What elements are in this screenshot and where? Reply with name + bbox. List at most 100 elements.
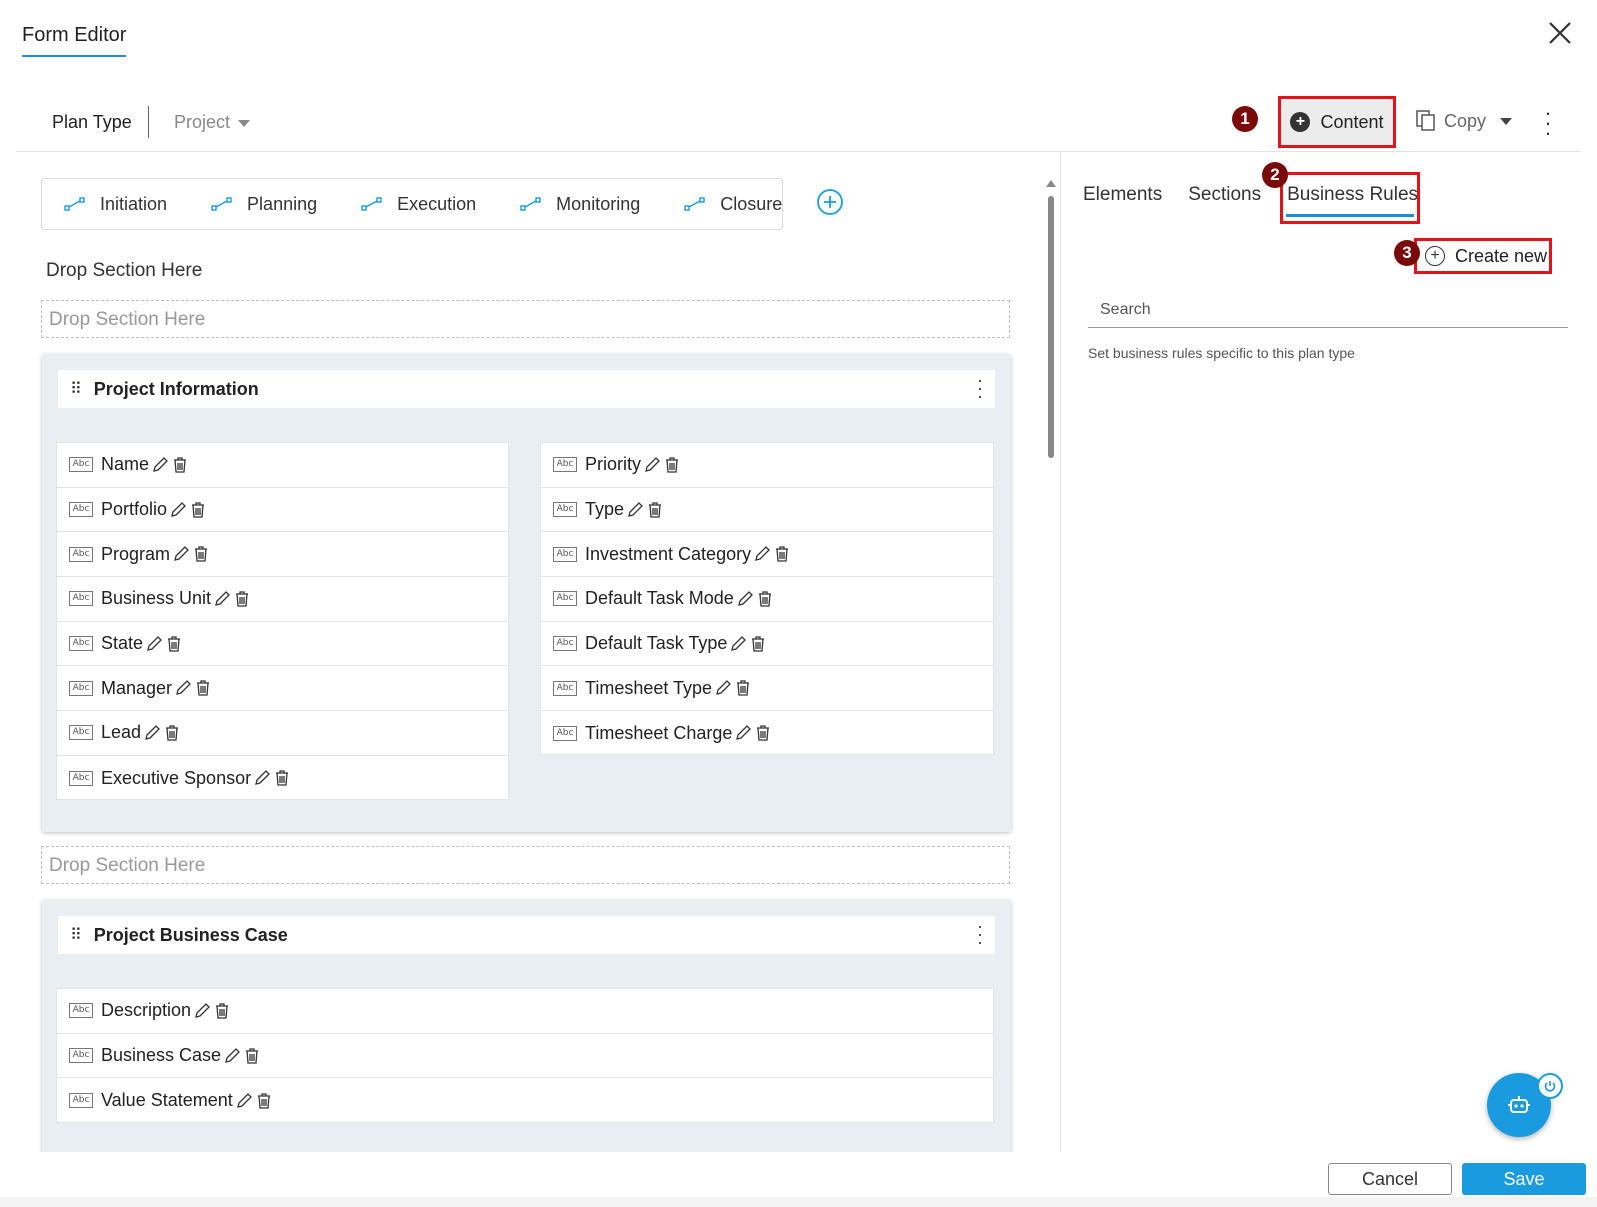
pencil-icon[interactable] xyxy=(734,724,752,742)
close-button[interactable] xyxy=(1545,18,1575,48)
save-button[interactable]: Save xyxy=(1462,1163,1586,1195)
copy-button[interactable]: Copy xyxy=(1416,110,1513,132)
more-options-icon[interactable]: · · · xyxy=(1542,102,1554,144)
field-row[interactable]: Abc Business Case xyxy=(57,1034,993,1079)
trash-icon[interactable] xyxy=(163,724,181,742)
field-row[interactable]: Abc Timesheet Type xyxy=(541,666,993,712)
field-row[interactable]: Abc Type xyxy=(541,488,993,533)
stage-path-icon xyxy=(361,197,382,211)
trash-icon[interactable] xyxy=(192,545,210,563)
stage-initiation[interactable]: Initiation xyxy=(64,194,167,215)
trash-icon[interactable] xyxy=(273,769,291,787)
trash-icon[interactable] xyxy=(189,501,207,519)
content-button[interactable]: + Content xyxy=(1278,96,1396,148)
scroll-up-arrow-icon[interactable] xyxy=(1046,180,1056,187)
toolbar-separator xyxy=(148,106,149,138)
pencil-icon[interactable] xyxy=(714,679,732,697)
field-row[interactable]: Abc State xyxy=(57,622,508,667)
pencil-icon[interactable] xyxy=(193,1002,211,1020)
tab-elements[interactable]: Elements xyxy=(1083,180,1162,210)
more-options-icon[interactable]: · · · xyxy=(975,371,985,405)
pencil-icon[interactable] xyxy=(753,545,771,563)
dialog-title: Form Editor xyxy=(22,24,127,57)
plan-type-label: Plan Type xyxy=(52,112,132,132)
trash-icon[interactable] xyxy=(734,679,752,697)
trash-icon[interactable] xyxy=(754,724,772,742)
text-field-icon: Abc xyxy=(553,457,577,473)
text-field-icon: Abc xyxy=(69,591,93,607)
more-options-icon[interactable]: · · · xyxy=(975,917,985,951)
stage-planning[interactable]: Planning xyxy=(211,194,317,215)
trash-icon[interactable] xyxy=(773,545,791,563)
trash-icon[interactable] xyxy=(255,1092,273,1110)
add-stage-button[interactable] xyxy=(816,188,844,216)
field-label: Portfolio xyxy=(101,499,168,520)
pencil-icon[interactable] xyxy=(235,1092,253,1110)
trash-icon[interactable] xyxy=(171,456,189,474)
drag-handle-icon[interactable]: ⠿ xyxy=(70,379,82,399)
text-field-icon: Abc xyxy=(553,546,577,562)
pencil-icon[interactable] xyxy=(213,590,231,608)
pencil-icon[interactable] xyxy=(736,590,754,608)
tab-sections[interactable]: Sections xyxy=(1188,180,1261,210)
trash-icon[interactable] xyxy=(646,501,664,519)
drag-handle-icon[interactable]: ⠿ xyxy=(70,925,82,945)
pencil-icon[interactable] xyxy=(643,456,661,474)
field-row[interactable]: Abc Manager xyxy=(57,666,508,712)
pencil-icon[interactable] xyxy=(626,501,644,519)
pencil-icon[interactable] xyxy=(169,501,187,519)
field-row[interactable]: Abc Executive Sponsor xyxy=(57,756,508,801)
scrollbar-thumb[interactable] xyxy=(1048,196,1054,458)
text-field-icon: Abc xyxy=(69,680,93,696)
stage-closure[interactable]: Closure xyxy=(684,194,782,215)
field-row[interactable]: Abc Program xyxy=(57,532,508,578)
field-row[interactable]: Abc Timesheet Charge xyxy=(541,711,993,756)
trash-icon[interactable] xyxy=(165,635,183,653)
section-body: Abc Name Abc Portfolio Abc Program Abc Busin… xyxy=(42,410,1011,832)
field-row[interactable]: Abc Value Statement xyxy=(57,1078,993,1123)
field-row[interactable]: Abc Name xyxy=(57,443,508,488)
field-label: Program xyxy=(101,543,171,564)
field-label: Priority xyxy=(585,454,642,475)
field-row[interactable]: Abc Lead xyxy=(57,711,508,756)
power-icon[interactable] xyxy=(1537,1073,1563,1099)
stage-execution[interactable]: Execution xyxy=(361,194,476,215)
drop-zone[interactable]: Drop Section Here xyxy=(41,846,1010,884)
pencil-icon[interactable] xyxy=(143,724,161,742)
trash-icon[interactable] xyxy=(233,590,251,608)
section-body: Abc Description Abc Business Case Abc Value… xyxy=(42,956,1011,1152)
copy-button-label: Copy xyxy=(1444,110,1487,131)
stage-path-icon xyxy=(211,197,232,211)
pencil-icon[interactable] xyxy=(174,679,192,697)
field-row[interactable]: Abc Default Task Mode xyxy=(541,577,993,622)
field-row[interactable]: Abc Investment Category xyxy=(541,532,993,578)
field-row[interactable]: Abc Priority xyxy=(541,443,993,488)
project-dropdown-value: Project xyxy=(174,112,231,132)
search-input[interactable] xyxy=(1088,292,1568,328)
pencil-icon[interactable] xyxy=(172,545,190,563)
trash-icon[interactable] xyxy=(756,590,774,608)
field-label: Investment Category xyxy=(585,543,752,564)
create-new-button[interactable]: + Create new xyxy=(1414,238,1552,274)
pencil-icon[interactable] xyxy=(145,635,163,653)
pencil-icon[interactable] xyxy=(223,1047,241,1065)
field-row[interactable]: Abc Business Unit xyxy=(57,577,508,622)
pencil-icon[interactable] xyxy=(253,769,271,787)
plus-circle-icon: + xyxy=(1425,246,1445,266)
stage-monitoring[interactable]: Monitoring xyxy=(520,194,640,215)
project-dropdown[interactable]: Project xyxy=(174,112,251,133)
pencil-icon[interactable] xyxy=(729,635,747,653)
cancel-button[interactable]: Cancel xyxy=(1328,1163,1452,1195)
trash-icon[interactable] xyxy=(749,635,767,653)
field-row[interactable]: Abc Portfolio xyxy=(57,488,508,533)
business-rules-hint: Set business rules specific to this plan… xyxy=(1088,345,1355,361)
pencil-icon[interactable] xyxy=(151,456,169,474)
drop-zone[interactable]: Drop Section Here xyxy=(41,300,1010,338)
field-row[interactable]: Abc Default Task Type xyxy=(541,622,993,667)
trash-icon[interactable] xyxy=(243,1047,261,1065)
section-header: ⠿ Project Information · · · xyxy=(42,354,1011,410)
trash-icon[interactable] xyxy=(213,1002,231,1020)
trash-icon[interactable] xyxy=(663,456,681,474)
field-row[interactable]: Abc Description xyxy=(57,989,993,1034)
trash-icon[interactable] xyxy=(194,679,212,697)
